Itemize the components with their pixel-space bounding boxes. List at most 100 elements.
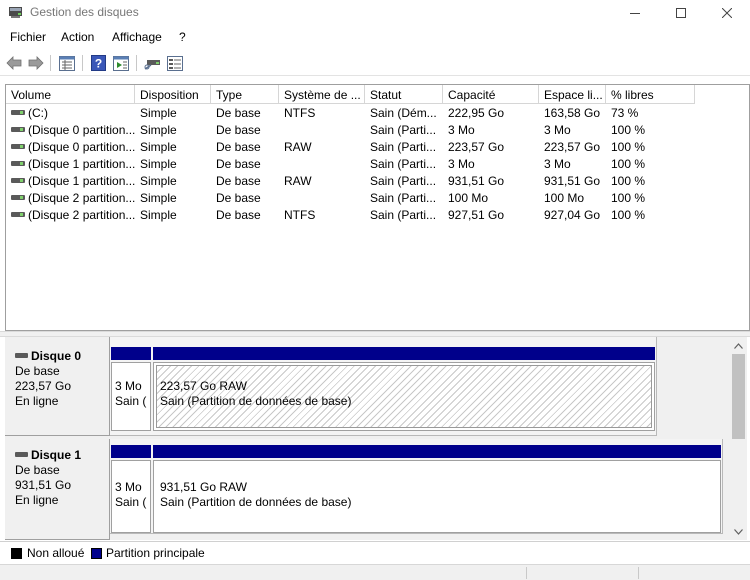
- volume-icon: [11, 195, 25, 201]
- title-bar: Gestion des disques: [0, 0, 750, 26]
- column-header-capacity[interactable]: Capacité: [443, 85, 539, 104]
- disk-0-info[interactable]: Disque 0 De base 223,57 Go En ligne: [5, 337, 110, 436]
- rescan-disks-button[interactable]: [143, 54, 161, 72]
- back-button[interactable]: [5, 54, 23, 72]
- partition-status: Sain (Partition de données de base): [160, 495, 352, 509]
- table-cell: 100 %: [611, 174, 646, 188]
- back-arrow-icon: [6, 56, 22, 70]
- status-bar-divider: [526, 567, 527, 579]
- column-header-disposition[interactable]: Disposition: [135, 85, 211, 104]
- menu-affichage[interactable]: Affichage: [112, 30, 162, 44]
- table-cell: Simple: [140, 191, 177, 205]
- partition-body: 223,57 Go RAW Sain (Partition de données…: [153, 362, 655, 431]
- disk-0-size: 223,57 Go: [15, 379, 72, 393]
- table-cell: 100 %: [611, 191, 646, 205]
- help-button[interactable]: ?: [89, 54, 107, 72]
- column-header-file-system[interactable]: Système de ...: [279, 85, 365, 104]
- disk-0-type: De base: [15, 364, 60, 378]
- table-cell: 3 Mo: [448, 123, 475, 137]
- menu-action[interactable]: Action: [61, 30, 94, 44]
- toolbar-separator: [82, 55, 83, 71]
- forward-button[interactable]: [27, 54, 45, 72]
- table-cell: 100 %: [611, 140, 646, 154]
- table-cell: De base: [216, 191, 261, 205]
- column-header-type[interactable]: Type: [211, 85, 279, 104]
- column-header-free-space[interactable]: Espace li...: [539, 85, 606, 104]
- chevron-up-icon: [734, 342, 743, 349]
- column-header-volume[interactable]: Volume: [6, 85, 135, 104]
- scroll-down-button[interactable]: [730, 523, 747, 540]
- column-header-status[interactable]: Statut: [365, 85, 443, 104]
- table-row[interactable]: (Disque 1 partition... Simple De base RAW Sa…: [6, 173, 746, 190]
- disk-1-info[interactable]: Disque 1 De base 931,51 Go En ligne: [5, 439, 110, 540]
- partition-bar: [153, 445, 721, 458]
- properties-button[interactable]: [58, 54, 76, 72]
- partition-size: 931,51 Go RAW: [160, 480, 247, 494]
- table-cell: 73 %: [611, 106, 639, 120]
- table-cell: (Disque 0 partition...: [11, 123, 135, 137]
- volume-name: (Disque 1 partition...: [28, 157, 135, 171]
- table-cell: 931,51 Go: [448, 174, 505, 188]
- table-cell: Simple: [140, 174, 177, 188]
- volume-list: Volume Disposition Type Système de ... S…: [5, 84, 750, 331]
- table-cell: NTFS: [284, 106, 316, 120]
- table-cell: De base: [216, 106, 261, 120]
- table-row[interactable]: (Disque 0 partition... Simple De base RAW Sa…: [6, 139, 746, 156]
- disk-1-partition-small[interactable]: 3 Mo Sain (: [111, 445, 151, 533]
- disk-0-partition-raw[interactable]: 223,57 Go RAW Sain (Partition de données…: [153, 347, 655, 431]
- table-cell: De base: [216, 208, 261, 222]
- partition-body: 931,51 Go RAW Sain (Partition de données…: [153, 460, 721, 533]
- chevron-down-icon: [734, 528, 743, 535]
- table-row[interactable]: (Disque 2 partition... Simple De base Sain …: [6, 190, 746, 207]
- disk-icon: [15, 353, 28, 359]
- table-row[interactable]: (C:) Simple De base NTFS Sain (Dém... 222,95 …: [6, 105, 746, 122]
- table-cell: De base: [216, 140, 261, 154]
- close-icon: [722, 8, 732, 18]
- table-cell: 163,58 Go: [544, 106, 601, 120]
- table-row[interactable]: (Disque 1 partition... Simple De base Sain …: [6, 156, 746, 173]
- disk-1-partition-raw[interactable]: 931,51 Go RAW Sain (Partition de données…: [153, 445, 721, 533]
- maximize-button[interactable]: [658, 0, 704, 26]
- table-cell: (C:): [11, 106, 135, 120]
- volume-list-button[interactable]: [166, 54, 184, 72]
- disk-1-status: En ligne: [15, 493, 59, 507]
- close-button[interactable]: [704, 0, 750, 26]
- help-icon: ?: [90, 55, 106, 71]
- table-cell: NTFS: [284, 208, 316, 222]
- volume-list-icon: [167, 55, 183, 71]
- minimize-button[interactable]: [612, 0, 658, 26]
- table-cell: 222,95 Go: [448, 106, 505, 120]
- menu-fichier[interactable]: Fichier: [10, 30, 46, 44]
- legend-swatch-unallocated: [11, 548, 22, 559]
- table-cell: Simple: [140, 140, 177, 154]
- disk-1-name: Disque 1: [31, 448, 82, 462]
- partition-body: 3 Mo Sain (: [111, 460, 151, 533]
- disk-0-partitions: 3 Mo Sain ( 223,57 Go RAW Sain (Partitio…: [110, 337, 657, 436]
- volume-name: (Disque 1 partition...: [28, 174, 135, 188]
- partition-status: Sain (Partition de données de base): [160, 394, 352, 408]
- scroll-up-button[interactable]: [730, 337, 747, 354]
- table-cell: (Disque 2 partition...: [11, 208, 135, 222]
- partition-body: 3 Mo Sain (: [111, 362, 151, 431]
- table-cell: 223,57 Go: [448, 140, 505, 154]
- menu-help[interactable]: ?: [179, 30, 186, 44]
- table-cell: 927,04 Go: [544, 208, 601, 222]
- table-cell: 927,51 Go: [448, 208, 505, 222]
- disk-0-partition-small[interactable]: 3 Mo Sain (: [111, 347, 151, 431]
- volume-icon: [11, 110, 25, 116]
- table-cell: De base: [216, 157, 261, 171]
- show-hide-pane-button[interactable]: [112, 54, 130, 72]
- table-row[interactable]: (Disque 2 partition... Simple De base NTFS S…: [6, 207, 746, 224]
- scroll-thumb[interactable]: [732, 354, 745, 439]
- partition-status: Sain (: [115, 495, 147, 509]
- disk-1-size: 931,51 Go: [15, 478, 72, 492]
- svg-text:?: ?: [94, 57, 101, 71]
- toolbar-separator: [50, 55, 51, 71]
- disk-management-app-icon: [9, 7, 22, 18]
- vertical-scrollbar[interactable]: [730, 337, 747, 540]
- selected-partition-hatch: 223,57 Go RAW Sain (Partition de données…: [156, 365, 652, 428]
- table-cell: (Disque 1 partition...: [11, 157, 135, 171]
- column-header-percent-free[interactable]: % libres: [606, 85, 695, 104]
- volume-icon: [11, 144, 25, 150]
- table-row[interactable]: (Disque 0 partition... Simple De base Sain …: [6, 122, 746, 139]
